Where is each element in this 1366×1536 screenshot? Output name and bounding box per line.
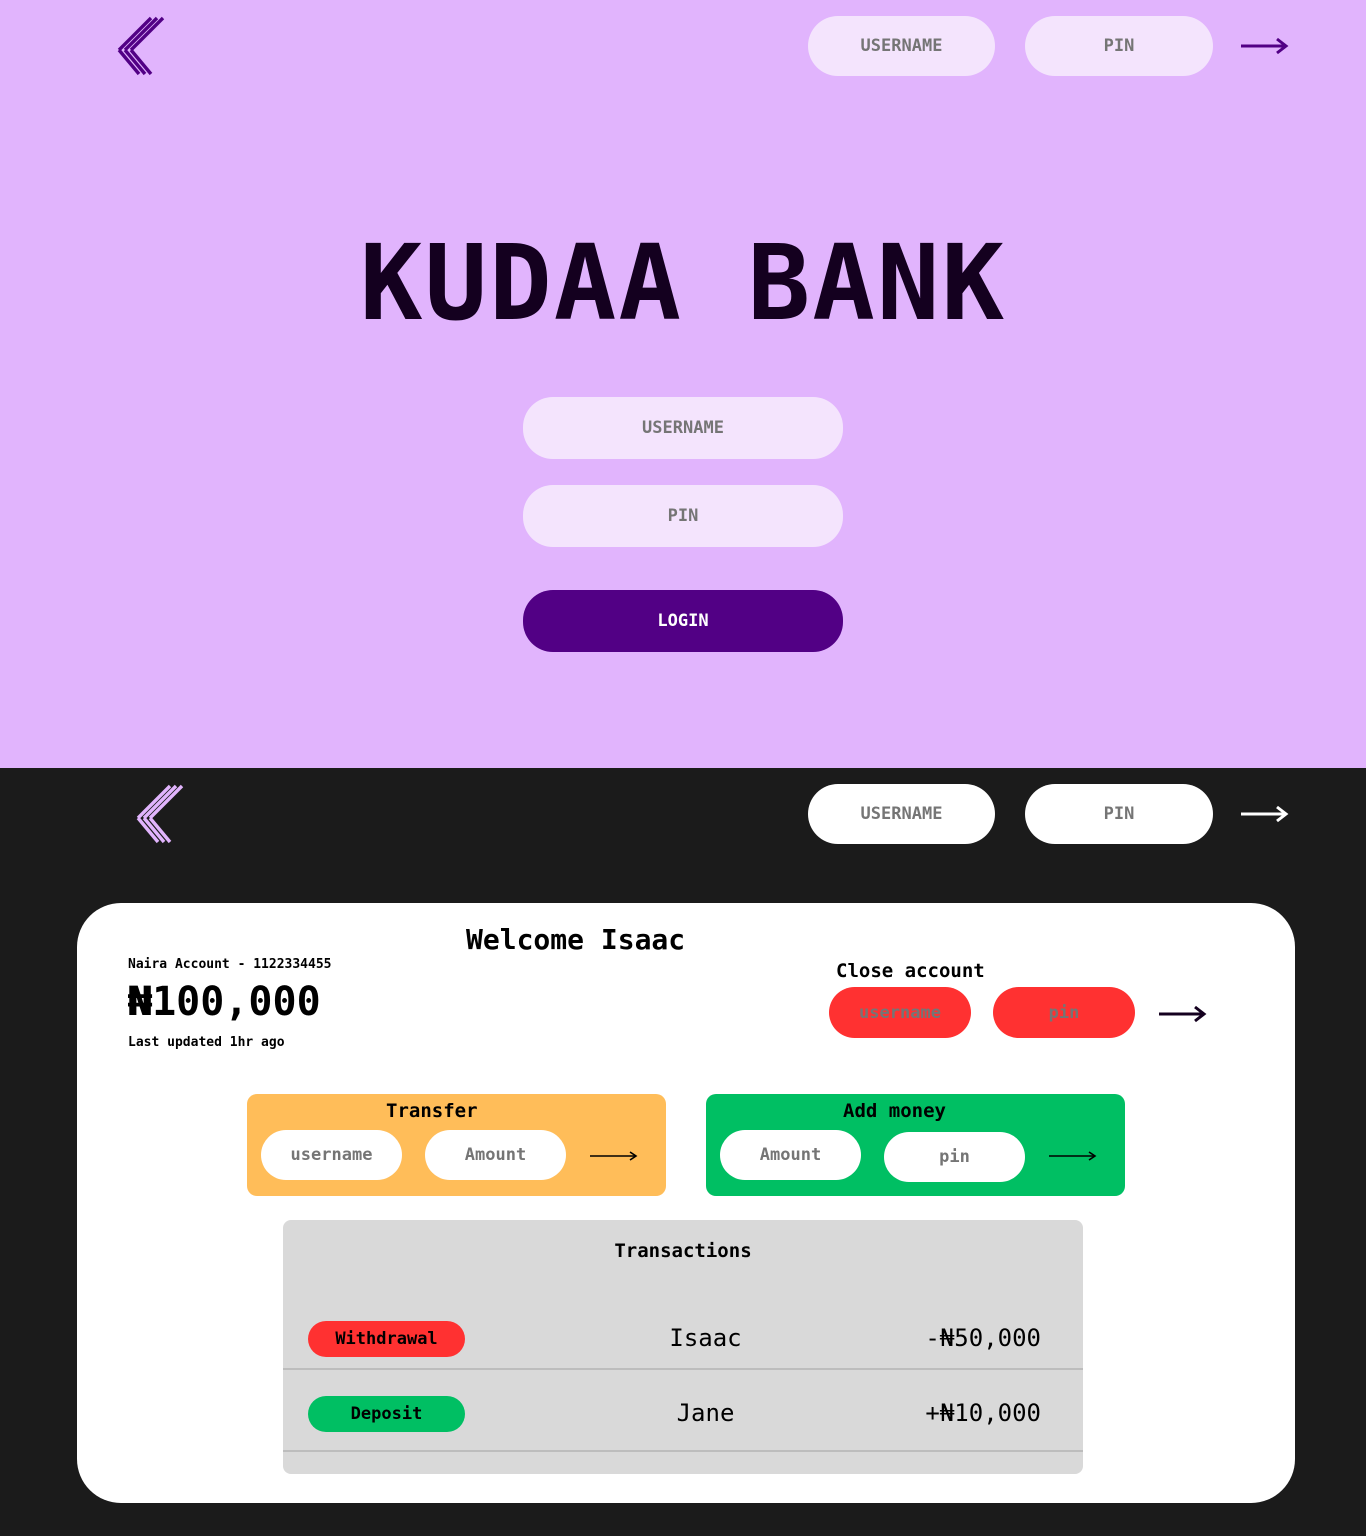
welcome-heading: Welcome Isaac: [466, 923, 686, 956]
arrow-right-icon: [1241, 805, 1289, 823]
arrow-right-icon: [1241, 37, 1289, 55]
kudaa-k-logo-icon: [132, 784, 192, 844]
dashboard-page: Welcome Isaac Naira Account - 1122334455…: [0, 768, 1366, 1536]
header-submit-button[interactable]: [1238, 32, 1292, 60]
arrow-right-icon: [590, 1151, 638, 1161]
close-account-submit-button[interactable]: [1155, 1000, 1211, 1028]
login-button[interactable]: LOGIN: [523, 590, 843, 652]
deposit-badge: Deposit: [308, 1396, 465, 1432]
add-money-amount-input[interactable]: [720, 1130, 861, 1180]
close-account-pin-input[interactable]: [993, 987, 1135, 1038]
add-money-panel: Add money: [706, 1094, 1125, 1196]
header-pin-input[interactable]: [1025, 784, 1213, 844]
username-field[interactable]: [523, 397, 843, 459]
pin-field[interactable]: [523, 485, 843, 547]
transaction-name: Jane: [676, 1399, 735, 1427]
last-updated-text: Last updated 1hr ago: [128, 1035, 285, 1050]
transfer-panel: Transfer: [247, 1094, 666, 1196]
add-money-submit-button[interactable]: [1046, 1146, 1100, 1166]
table-row: Deposit Jane +₦10,000: [283, 1370, 1083, 1452]
row-divider: [283, 1450, 1083, 1452]
transaction-name: Isaac: [669, 1324, 742, 1352]
arrow-right-icon: [1049, 1151, 1097, 1161]
header-submit-button[interactable]: [1238, 800, 1292, 828]
withdrawal-badge: Withdrawal: [308, 1321, 465, 1357]
transfer-username-input[interactable]: [261, 1130, 402, 1180]
login-page: KUDAA BANK LOGIN: [0, 0, 1366, 768]
header-pin-input[interactable]: [1025, 16, 1213, 76]
transfer-title: Transfer: [386, 1100, 478, 1122]
add-money-pin-input[interactable]: [884, 1132, 1025, 1182]
page-title: KUDAA BANK: [359, 222, 1007, 344]
account-card: Welcome Isaac Naira Account - 1122334455…: [77, 903, 1295, 1503]
close-account-title: Close account: [836, 960, 985, 982]
transactions-title: Transactions: [614, 1240, 752, 1262]
header-username-input[interactable]: [808, 784, 995, 844]
transfer-submit-button[interactable]: [587, 1146, 641, 1166]
account-label: Naira Account - 1122334455: [128, 957, 332, 972]
transaction-amount: +₦10,000: [925, 1399, 1041, 1427]
header-username-input[interactable]: [808, 16, 995, 76]
table-row: Withdrawal Isaac -₦50,000: [283, 1290, 1083, 1370]
arrow-right-icon: [1159, 1005, 1207, 1023]
transaction-amount: -₦50,000: [925, 1324, 1041, 1352]
close-account-username-input[interactable]: [829, 987, 971, 1038]
kudaa-k-logo-icon: [115, 16, 175, 76]
transactions-table: Transactions Withdrawal Isaac -₦50,000 D…: [283, 1220, 1083, 1474]
add-money-title: Add money: [843, 1100, 946, 1122]
transfer-amount-input[interactable]: [425, 1130, 566, 1180]
account-balance: ₦100,000: [128, 979, 321, 1025]
